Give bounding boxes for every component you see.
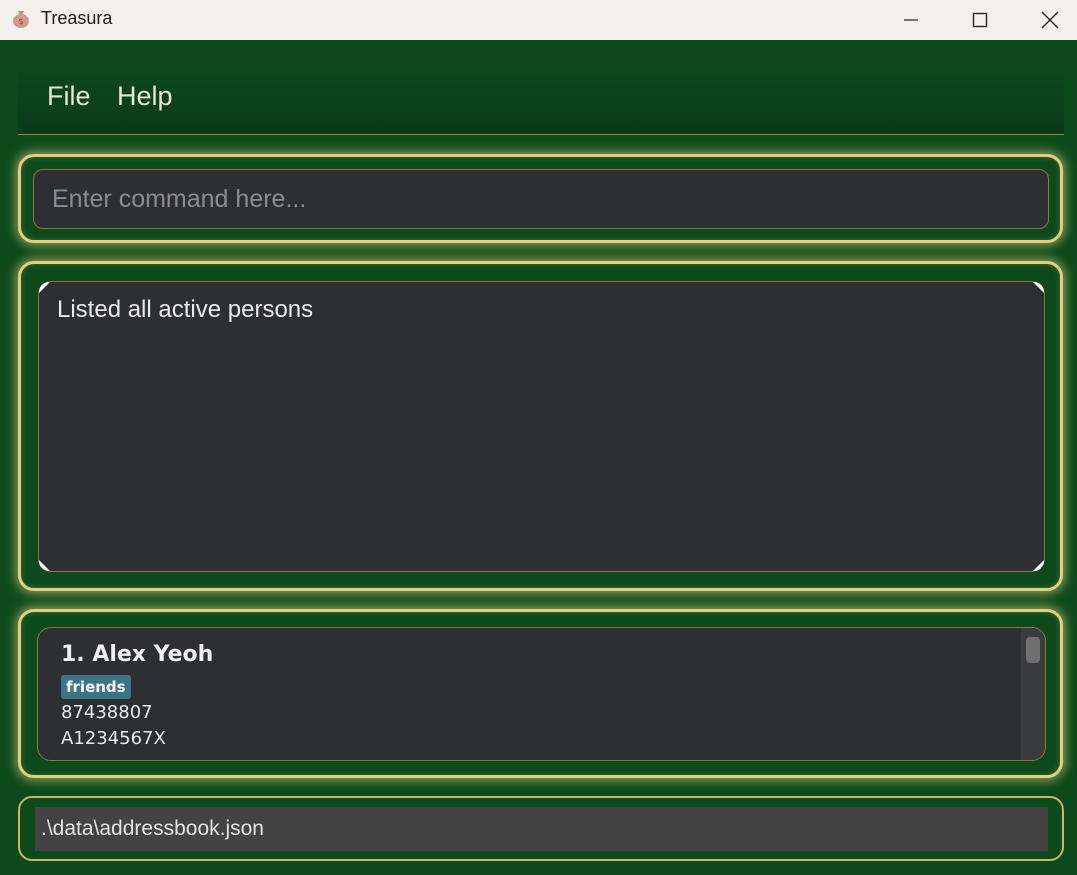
person-phone: 87438807 [61,702,153,723]
menu-bar: File Help [18,64,1064,135]
person-list[interactable]: 1. Alex Yeoh friends 87438807 A1234567X [37,627,1046,761]
person-id: A1234567X [61,728,166,749]
close-icon [1041,11,1059,29]
command-input[interactable] [33,169,1049,229]
person-index: 1. [61,642,85,667]
person-name: Alex Yeoh [92,642,214,667]
scrollbar[interactable] [1021,628,1045,760]
close-button[interactable] [1027,0,1073,40]
maximize-icon [972,12,988,28]
person-card[interactable]: 1. Alex Yeoh friends 87438807 A1234567X [61,642,213,752]
minimize-button[interactable] [888,0,934,40]
person-name-line: 1. Alex Yeoh [61,642,213,667]
person-tag: friends [61,675,131,699]
svg-text:$: $ [18,17,23,26]
maximize-button[interactable] [957,0,1003,40]
result-text: Listed all active persons [57,296,314,323]
window-title: Treasura [41,8,113,28]
money-bag-icon: $ [13,11,29,28]
menu-file[interactable]: File [47,81,91,112]
result-display[interactable]: Listed all active persons [38,281,1045,572]
title-bar: $ Treasura [0,0,1077,40]
menu-help[interactable]: Help [117,81,173,112]
minimize-icon [904,19,918,21]
data-file-path: .\data\addressbook.json [35,807,1048,851]
scrollbar-thumb[interactable] [1026,637,1040,663]
